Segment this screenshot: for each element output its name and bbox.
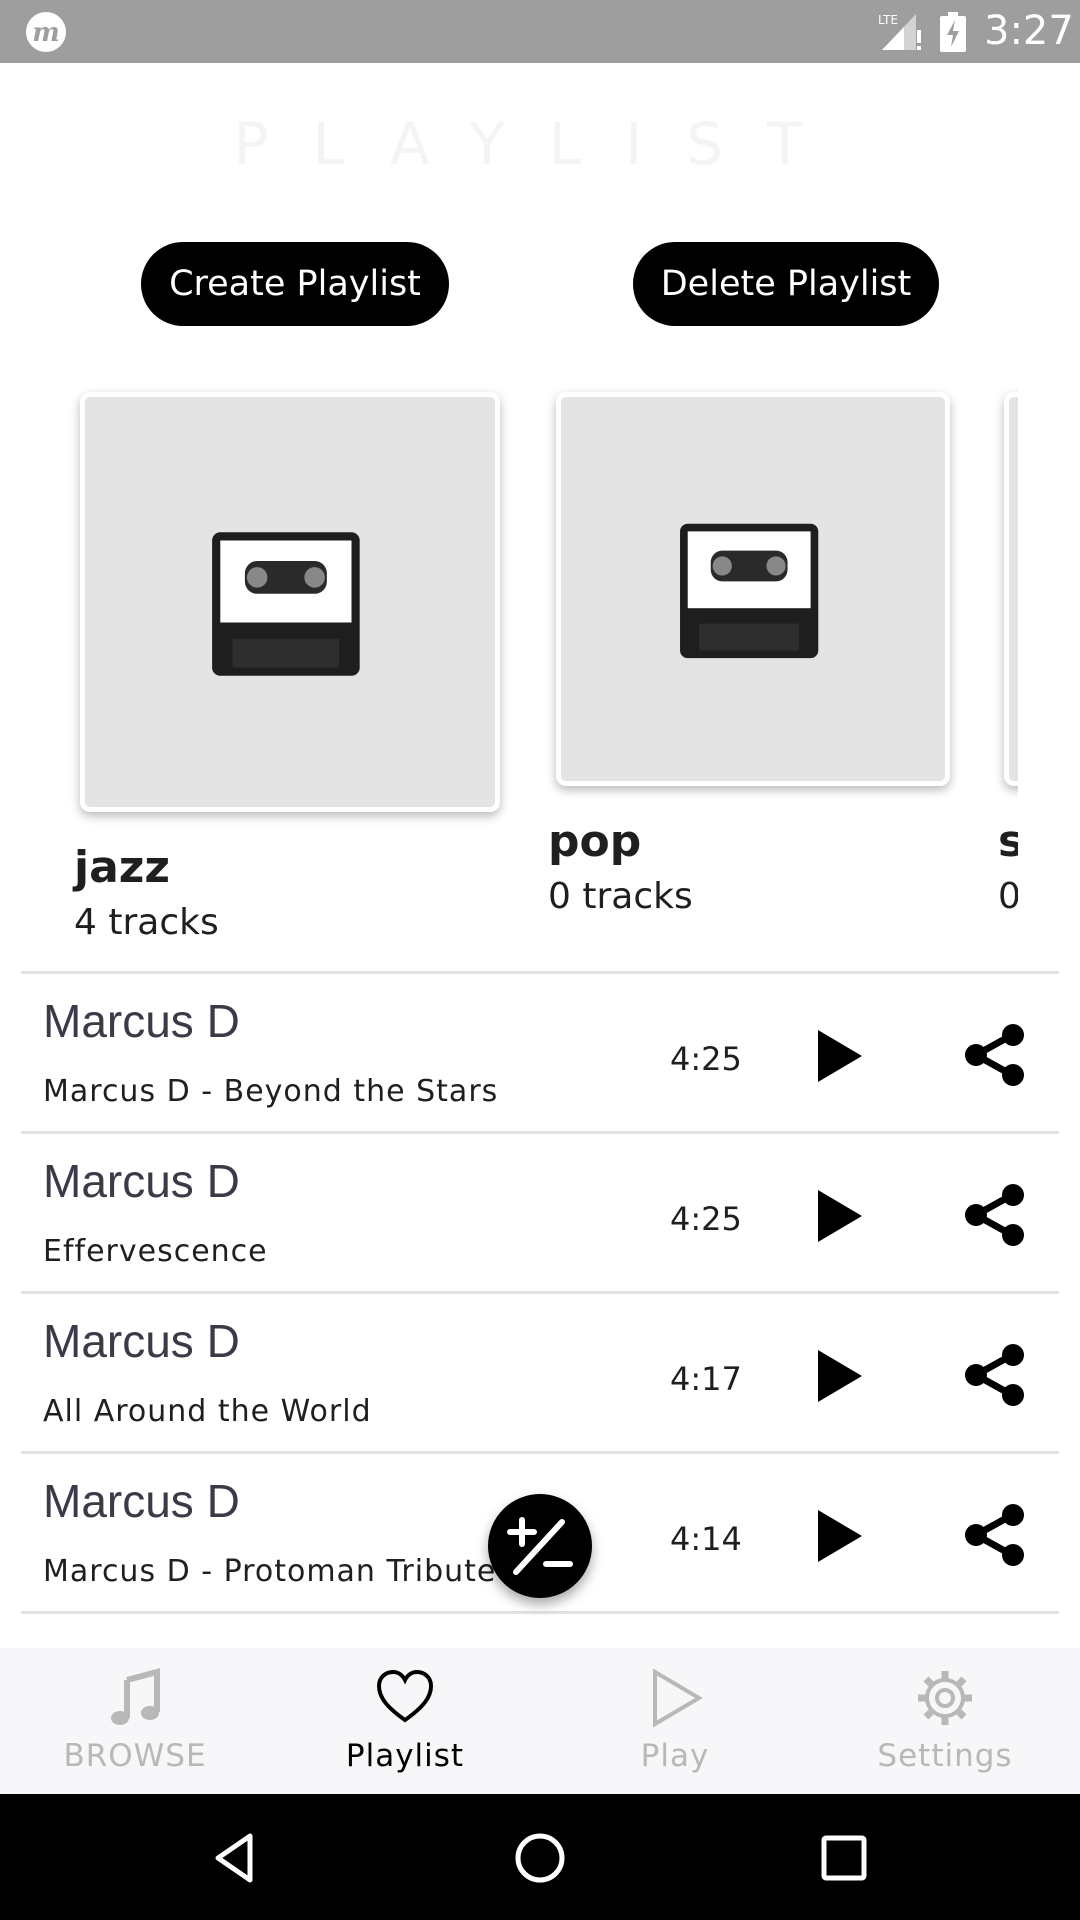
playlist-track-count: 0 <box>998 876 1018 917</box>
playlist-name: s <box>998 816 1018 867</box>
track-artist: Marcus D <box>43 995 240 1047</box>
status-bar: m LTE 3:27 <box>0 0 1080 63</box>
playlist-card-partial[interactable]: s 0 <box>998 380 1018 960</box>
nav-label: BROWSE <box>63 1738 207 1774</box>
track-artist: Marcus D <box>43 1315 240 1367</box>
playlist-cover-image <box>80 392 500 812</box>
add-remove-fab-button[interactable] <box>488 1494 592 1598</box>
gear-icon <box>918 1671 972 1725</box>
share-icon[interactable] <box>962 1184 1028 1246</box>
nav-label: Play <box>640 1738 710 1774</box>
system-nav-bar <box>0 1794 1080 1920</box>
track-duration: 4:25 <box>670 1040 742 1078</box>
lte-signal-icon: LTE <box>878 13 921 50</box>
play-icon[interactable] <box>808 1026 868 1086</box>
back-icon[interactable] <box>206 1828 266 1888</box>
track-title: Marcus D - Beyond the Stars <box>43 1074 499 1109</box>
recents-icon[interactable] <box>814 1828 874 1888</box>
play-icon[interactable] <box>808 1186 868 1246</box>
play-icon[interactable] <box>808 1346 868 1406</box>
nav-tab-play[interactable]: Play <box>540 1648 810 1794</box>
delete-playlist-button[interactable]: Delete Playlist <box>633 242 939 326</box>
track-row[interactable]: Marcus D All Around the World 4:17 <box>0 1294 1080 1454</box>
nav-tab-browse[interactable]: BROWSE <box>0 1648 270 1794</box>
playlist-cover-image <box>556 392 950 786</box>
playlist-carousel[interactable]: jazz 4 tracks pop 0 tracks s 0 <box>0 380 1018 960</box>
track-row[interactable]: Marcus D Marcus D - Beyond the Stars 4:2… <box>0 974 1080 1134</box>
nav-tab-playlist[interactable]: Playlist <box>270 1648 540 1794</box>
playlist-card-pop[interactable]: pop 0 tracks <box>548 380 968 960</box>
music-note-icon <box>111 1668 160 1725</box>
home-icon[interactable] <box>510 1828 570 1888</box>
divider <box>21 1611 1059 1614</box>
track-title: Marcus D - Protoman Tribute <box>43 1554 497 1589</box>
track-row[interactable]: Marcus D Effervescence 4:25 <box>0 1134 1080 1294</box>
share-icon[interactable] <box>962 1024 1028 1086</box>
nav-label: Settings <box>877 1738 1013 1774</box>
playlist-track-count: 4 tracks <box>74 902 219 943</box>
track-title: All Around the World <box>43 1394 372 1429</box>
playlist-name: jazz <box>74 842 170 893</box>
playlist-card-jazz[interactable]: jazz 4 tracks <box>64 380 504 960</box>
heart-icon <box>376 1669 434 1723</box>
track-duration: 4:17 <box>670 1360 742 1398</box>
track-artist: Marcus D <box>43 1155 240 1207</box>
svg-text:LTE: LTE <box>878 13 898 27</box>
playlist-track-count: 0 tracks <box>548 876 693 917</box>
track-duration: 4:25 <box>670 1200 742 1238</box>
svg-text:m: m <box>32 18 60 48</box>
battery-charging-icon <box>940 12 966 52</box>
share-icon[interactable] <box>962 1504 1028 1566</box>
plus-minus-icon <box>507 1517 573 1575</box>
m-logo-icon: m <box>26 12 66 52</box>
playlist-cover-image <box>1004 392 1018 786</box>
track-title: Effervescence <box>43 1234 268 1269</box>
status-time: 3:27 <box>984 8 1074 54</box>
share-icon[interactable] <box>962 1344 1028 1406</box>
play-icon[interactable] <box>808 1506 868 1566</box>
page-title: PLAYLIST <box>233 110 847 178</box>
playlist-name: pop <box>548 816 642 867</box>
create-playlist-button[interactable]: Create Playlist <box>141 242 449 326</box>
bottom-nav: BROWSE Playlist Play Settings <box>0 1648 1080 1794</box>
nav-label: Playlist <box>345 1738 465 1774</box>
track-duration: 4:14 <box>670 1520 742 1558</box>
nav-tab-settings[interactable]: Settings <box>810 1648 1080 1794</box>
play-outline-icon <box>653 1668 703 1728</box>
track-artist: Marcus D <box>43 1475 240 1527</box>
